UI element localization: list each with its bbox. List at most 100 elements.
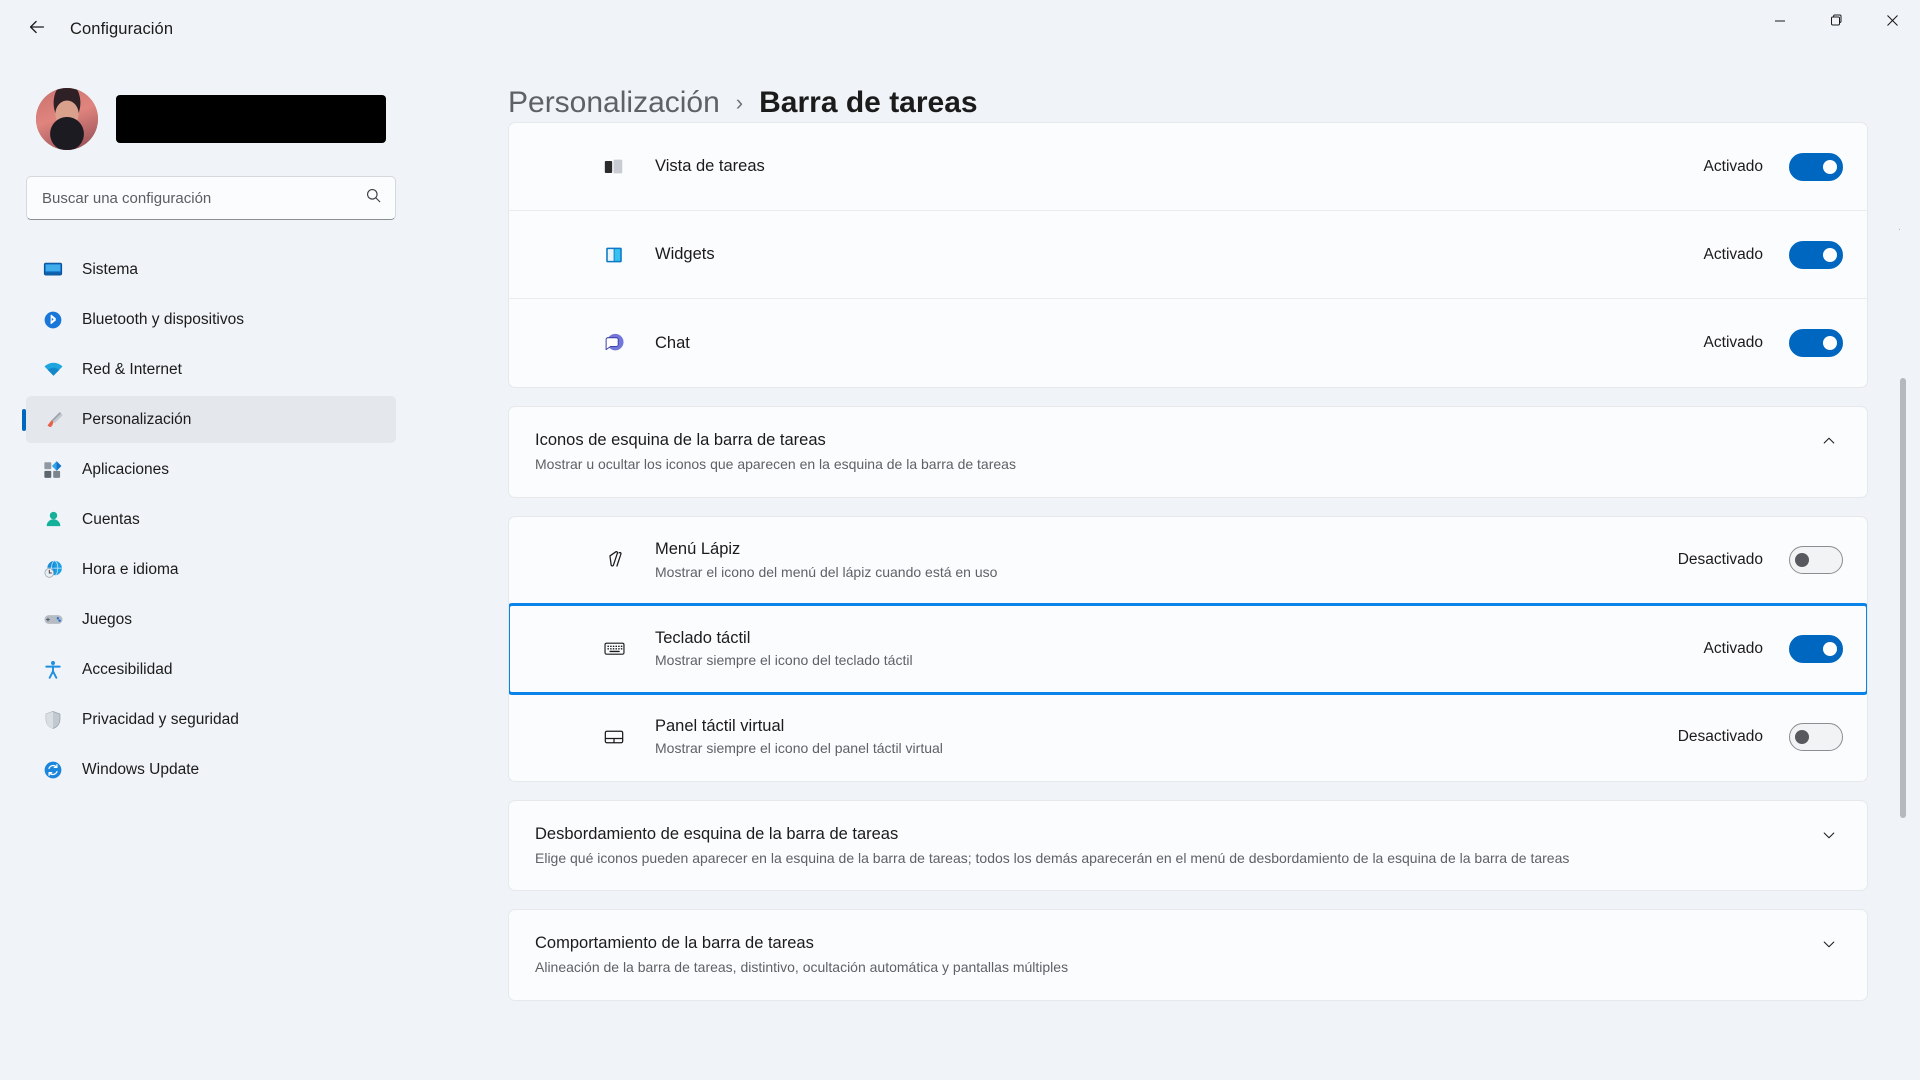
sidebar-item-cuentas[interactable]: Cuentas bbox=[26, 496, 396, 543]
sidebar-item-label: Accesibilidad bbox=[82, 660, 173, 678]
globe-clock-icon bbox=[42, 559, 64, 581]
setting-subtitle: Mostrar el icono del menú del lápiz cuan… bbox=[655, 563, 998, 580]
toggle-state-label: Activado bbox=[1703, 245, 1763, 263]
maximize-button[interactable] bbox=[1808, 0, 1864, 46]
sidebar-item-label: Privacidad y seguridad bbox=[82, 710, 239, 728]
maximize-icon bbox=[1830, 14, 1843, 32]
avatar bbox=[36, 88, 98, 150]
section-header-comportamiento[interactable]: Comportamiento de la barra de tareas Ali… bbox=[509, 910, 1867, 1000]
setting-row-control: Activado bbox=[1703, 152, 1843, 181]
sidebar-item-windows-update[interactable]: Windows Update bbox=[26, 746, 396, 793]
section-title: Comportamiento de la barra de tareas bbox=[535, 934, 814, 953]
section-subtitle: Alineación de la barra de tareas, distin… bbox=[535, 959, 1069, 976]
collapsed-section-desbordamiento-card: Desbordamiento de esquina de la barra de… bbox=[508, 799, 1868, 892]
sidebar-item-aplicaciones[interactable]: Aplicaciones bbox=[26, 446, 396, 493]
setting-row-text: Teclado táctil Mostrar siempre el icono … bbox=[655, 627, 1704, 670]
section-title: Iconos de esquina de la barra de tareas bbox=[535, 431, 826, 449]
shield-icon bbox=[42, 709, 64, 731]
toggle-widgets[interactable] bbox=[1789, 240, 1843, 269]
close-icon bbox=[1886, 14, 1899, 32]
sidebar-item-label: Bluetooth y dispositivos bbox=[82, 310, 244, 328]
minimize-button[interactable] bbox=[1752, 0, 1808, 46]
sidebar-nav: Sistema Bluetooth y dispositivos Red & I… bbox=[26, 246, 396, 793]
main-content: Personalización › Barra de tareas Vista … bbox=[420, 58, 1920, 1080]
sidebar-item-hora-idioma[interactable]: Hora e idioma bbox=[26, 546, 396, 593]
chevron-down-icon[interactable] bbox=[1815, 932, 1843, 952]
apps-icon bbox=[42, 459, 64, 481]
pen-menu-icon bbox=[599, 548, 629, 572]
toggle-state-label: Activado bbox=[1703, 157, 1763, 175]
chevron-down-icon[interactable] bbox=[1815, 823, 1843, 843]
setting-row-chat[interactable]: Chat Activado bbox=[509, 299, 1867, 387]
bluetooth-icon bbox=[42, 309, 64, 331]
close-button[interactable] bbox=[1864, 0, 1920, 46]
setting-row-control: Activado bbox=[1703, 634, 1843, 663]
setting-row-control: Activado bbox=[1703, 240, 1843, 269]
setting-title: Chat bbox=[655, 333, 690, 352]
sidebar-item-privacidad-seguridad[interactable]: Privacidad y seguridad bbox=[26, 696, 396, 743]
toggle-state-label: Desactivado bbox=[1677, 551, 1763, 569]
sidebar-item-label: Aplicaciones bbox=[82, 460, 170, 478]
chevron-up-icon[interactable] bbox=[1815, 429, 1843, 449]
paintbrush-icon bbox=[42, 409, 64, 431]
sidebar-item-juegos[interactable]: Juegos bbox=[26, 596, 396, 643]
scrollbar-thumb[interactable] bbox=[1900, 378, 1906, 818]
back-button[interactable] bbox=[16, 11, 58, 47]
section-header-desbordamiento[interactable]: Desbordamiento de esquina de la barra de… bbox=[509, 801, 1867, 891]
setting-subtitle: Mostrar siempre el icono del teclado tác… bbox=[655, 652, 913, 669]
corner-icons-section-header-card: Iconos de esquina de la barra de tareas … bbox=[508, 406, 1868, 498]
setting-row-text: Panel táctil virtual Mostrar siempre el … bbox=[655, 715, 1678, 758]
toggle-menu-lapiz[interactable] bbox=[1789, 546, 1843, 575]
virtual-touchpad-icon bbox=[599, 725, 629, 749]
setting-row-text: Vista de tareas bbox=[655, 155, 1704, 177]
breadcrumb-parent-link[interactable]: Personalización bbox=[508, 86, 720, 120]
sidebar-item-label: Windows Update bbox=[82, 760, 200, 778]
person-icon bbox=[42, 509, 64, 531]
back-arrow-icon bbox=[26, 16, 48, 43]
section-title: Desbordamiento de esquina de la barra de… bbox=[535, 824, 899, 843]
setting-row-control: Desactivado bbox=[1678, 722, 1843, 751]
sidebar-item-red-internet[interactable]: Red & Internet bbox=[26, 346, 396, 393]
setting-subtitle: Mostrar siempre el icono del panel tácti… bbox=[655, 740, 943, 757]
toggle-state-label: Activado bbox=[1703, 639, 1763, 657]
setting-row-text: Widgets bbox=[655, 243, 1704, 265]
update-sync-icon bbox=[42, 759, 64, 781]
setting-row-panel-tactil-virtual[interactable]: Panel táctil virtual Mostrar siempre el … bbox=[509, 693, 1867, 781]
setting-row-menu-lapiz[interactable]: Menú Lápiz Mostrar el icono del menú del… bbox=[509, 517, 1867, 605]
sidebar-item-bluetooth[interactable]: Bluetooth y dispositivos bbox=[26, 296, 396, 343]
setting-title: Widgets bbox=[655, 245, 715, 264]
section-subtitle: Mostrar u ocultar los iconos que aparece… bbox=[535, 456, 1016, 473]
section-header-iconos-de-esquina[interactable]: Iconos de esquina de la barra de tareas … bbox=[509, 407, 1867, 497]
sidebar-item-sistema[interactable]: Sistema bbox=[26, 246, 396, 293]
monitor-icon bbox=[42, 259, 64, 281]
toggle-teclado-tactil[interactable] bbox=[1789, 634, 1843, 663]
setting-title: Panel táctil virtual bbox=[655, 716, 785, 735]
breadcrumb: Personalización › Barra de tareas bbox=[508, 86, 1920, 120]
chat-icon bbox=[599, 332, 629, 354]
corner-icons-items-card: Menú Lápiz Mostrar el icono del menú del… bbox=[508, 515, 1868, 782]
sidebar-item-accesibilidad[interactable]: Accesibilidad bbox=[26, 646, 396, 693]
setting-row-widgets[interactable]: Widgets Activado bbox=[509, 211, 1867, 299]
setting-row-control: Desactivado bbox=[1677, 546, 1843, 575]
setting-row-text: Menú Lápiz Mostrar el icono del menú del… bbox=[655, 538, 1678, 581]
setting-row-teclado-tactil[interactable]: Teclado táctil Mostrar siempre el icono … bbox=[509, 605, 1867, 693]
page-title: Barra de tareas bbox=[759, 86, 978, 119]
gamepad-icon bbox=[42, 609, 64, 631]
toggle-chat[interactable] bbox=[1789, 329, 1843, 357]
scrollbar[interactable] bbox=[1900, 218, 1906, 1078]
toggle-panel-tactil-virtual[interactable] bbox=[1789, 722, 1843, 751]
setting-row-vista-de-tareas[interactable]: Vista de tareas Activado bbox=[509, 123, 1867, 211]
chevron-right-icon: › bbox=[735, 90, 744, 115]
account-header[interactable] bbox=[36, 88, 396, 150]
sidebar-item-personalizacion[interactable]: Personalización bbox=[26, 396, 396, 443]
sidebar-item-label: Personalización bbox=[82, 410, 192, 428]
app-shell: Sistema Bluetooth y dispositivos bbox=[0, 58, 1920, 1080]
section-subtitle: Elige qué iconos pueden aparecer en la e… bbox=[535, 849, 1570, 866]
sidebar-item-label: Cuentas bbox=[82, 510, 140, 528]
setting-row-control: Activado bbox=[1704, 329, 1843, 357]
toggle-vista-de-tareas[interactable] bbox=[1789, 152, 1843, 181]
app-title: Configuración bbox=[70, 19, 174, 38]
wifi-icon bbox=[42, 359, 64, 381]
taskbar-items-card: Vista de tareas Activado Widgets Activad… bbox=[508, 122, 1868, 388]
search-input[interactable] bbox=[26, 176, 396, 220]
